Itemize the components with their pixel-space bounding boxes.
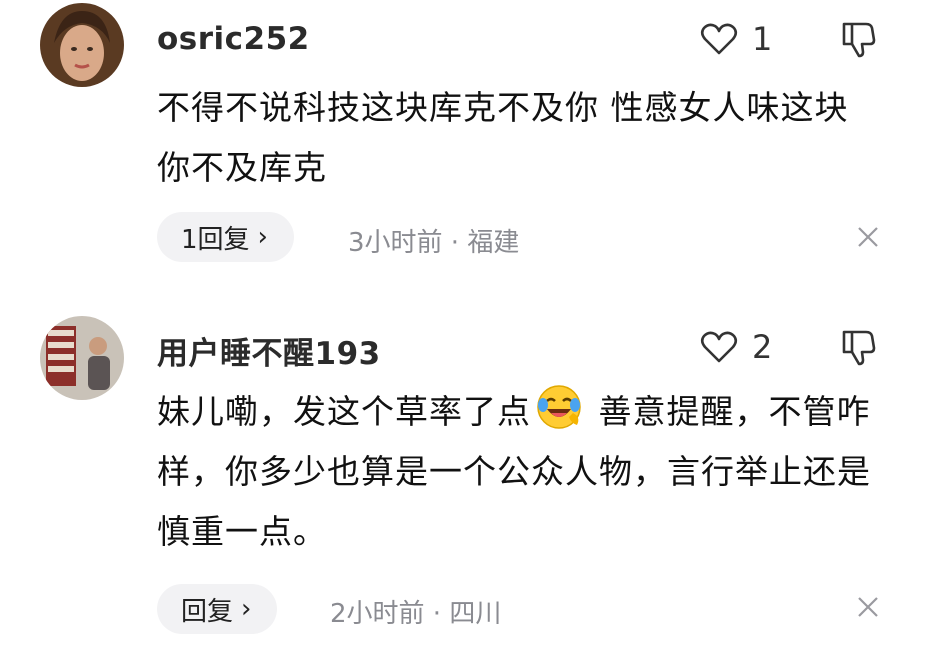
comment-item: 用户睡不醒193 2 妹儿嘞，发这个草率了点 善意提醒，不管咋样，你多少也算是一… xyxy=(0,300,926,645)
user-avatar[interactable] xyxy=(40,316,124,400)
avatar-image xyxy=(40,316,124,400)
reply-button[interactable]: 回复 › xyxy=(157,584,278,634)
heart-outline-icon xyxy=(700,331,738,363)
comment-text: 不得不说科技这块库克不及你 性感女人味这块你不及库克 xyxy=(157,88,849,187)
like-count: 1 xyxy=(752,20,773,58)
comment-meta: 2小时前 · 四川 xyxy=(330,599,502,629)
avatar-image xyxy=(40,3,124,87)
comment-meta: 3小时前 · 福建 xyxy=(348,228,520,258)
reply-label: 回复 xyxy=(181,596,234,627)
reply-button[interactable]: 1回复 › xyxy=(157,212,294,262)
comment-item: osric252 1 不得不说科技这块库克不及你 性感女人味这块你不及库克 1回… xyxy=(0,0,926,300)
comment-text: 妹儿嘞，发这个草率了点 善意提醒，不管咋样，你多少也算是一个公众人物，言行举止还… xyxy=(157,382,877,562)
thumbs-down-icon[interactable] xyxy=(838,326,880,368)
thumbs-down-icon[interactable] xyxy=(838,18,880,60)
username[interactable]: osric252 xyxy=(157,21,310,57)
username[interactable]: 用户睡不醒193 xyxy=(157,328,381,373)
chevron-right-icon: › xyxy=(257,222,268,252)
user-avatar[interactable] xyxy=(40,3,124,87)
like-button[interactable]: 2 xyxy=(700,328,772,366)
like-button[interactable]: 1 xyxy=(700,20,772,58)
laughing-crying-emoji xyxy=(537,385,581,429)
reply-label: 1回复 xyxy=(181,224,250,255)
comment-text-part: 妹儿嘞，发这个草率了点 xyxy=(157,392,531,431)
like-count: 2 xyxy=(752,328,773,366)
close-icon[interactable] xyxy=(855,594,881,620)
close-icon[interactable] xyxy=(855,224,881,250)
chevron-right-icon: › xyxy=(241,594,252,624)
heart-outline-icon xyxy=(700,23,738,55)
